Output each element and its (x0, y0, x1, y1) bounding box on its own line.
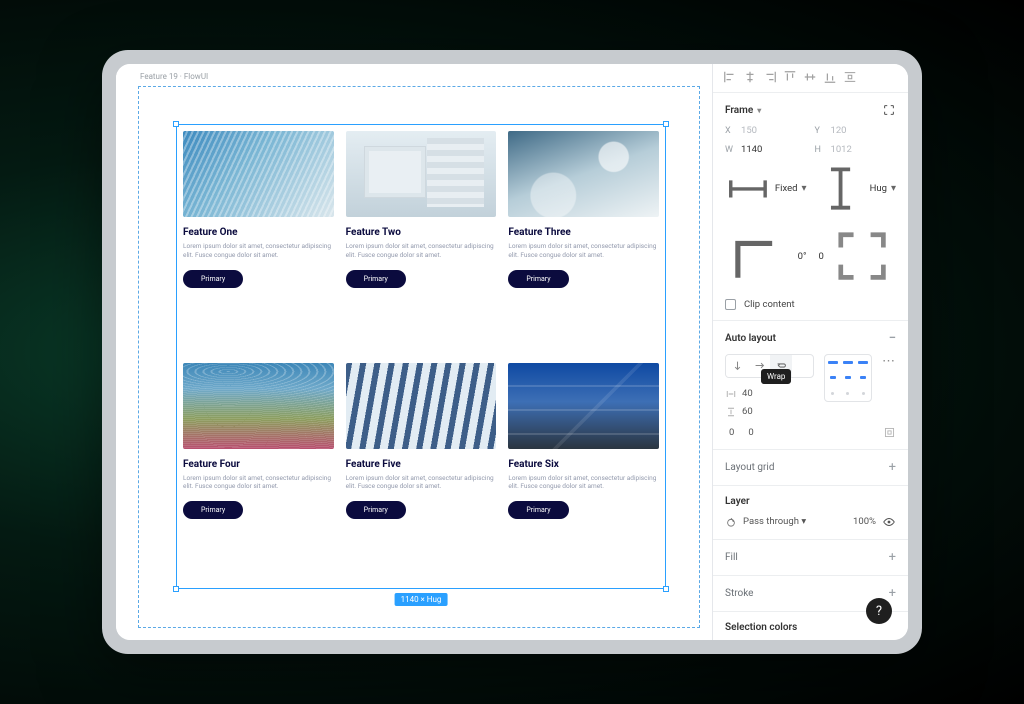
independent-padding-icon[interactable] (883, 426, 896, 439)
height-field[interactable]: H1012 (815, 144, 897, 155)
horizontal-gap-field[interactable]: 40 (725, 388, 814, 400)
selection-colors-heading: Selection colors (725, 622, 797, 633)
add-layout-grid-button[interactable]: + (889, 460, 896, 475)
blend-mode-icon (725, 516, 737, 528)
card-image (508, 131, 659, 217)
card-title: Feature Three (508, 227, 659, 238)
layer-heading: Layer (725, 496, 750, 507)
card-title: Feature Five (346, 459, 497, 470)
card-description: Lorem ipsum dolor sit amet, consectetur … (183, 242, 334, 260)
alignment-toolbar (713, 64, 908, 93)
selection-handle-top-right[interactable] (663, 121, 669, 127)
card-title: Feature Four (183, 459, 334, 470)
card-primary-button[interactable]: Primary (508, 501, 568, 519)
selection-size-badge: 1140 × Hug (395, 593, 448, 606)
remove-autolayout-button[interactable]: − (889, 331, 896, 346)
horizontal-padding-field[interactable]: 0 (725, 427, 734, 438)
card-image (508, 363, 659, 449)
auto-layout-heading: Auto layout (725, 333, 776, 344)
corner-radius-field[interactable]: 0 (815, 222, 897, 291)
help-button[interactable]: ? (866, 598, 892, 624)
auto-layout-section: Auto layout − Wrap (713, 321, 908, 450)
direction-vertical-button[interactable] (726, 355, 748, 377)
card-primary-button[interactable]: Primary (346, 270, 406, 288)
add-stroke-button[interactable]: + (889, 586, 896, 601)
align-vcenter-icon[interactable] (803, 70, 817, 84)
vertical-gap-icon (725, 406, 737, 418)
width-field[interactable]: W1140 (725, 144, 807, 155)
frame-heading[interactable]: Frame (725, 105, 753, 116)
independent-corners-icon[interactable] (828, 222, 896, 290)
frame-name-label[interactable]: Feature 19 · FlowUI (140, 72, 208, 81)
selection-handle-bottom-right[interactable] (663, 586, 669, 592)
card-title: Feature Two (346, 227, 497, 238)
card-image (183, 363, 334, 449)
frame-section: Frame ▾ X150 Y120 W1140 H1012 Fixed▾ Hug▾ (713, 93, 908, 321)
properties-panel: Frame ▾ X150 Y120 W1140 H1012 Fixed▾ Hug▾ (712, 64, 908, 640)
rotation-field[interactable]: 0° (725, 222, 807, 291)
layer-section: Layer Pass through ▾ 100% (713, 486, 908, 540)
autolayout-advanced-button[interactable]: ⋯ (882, 354, 896, 369)
opacity-field[interactable]: 100% (853, 516, 876, 527)
rotation-icon (725, 222, 794, 291)
distribute-icon[interactable] (843, 70, 857, 84)
card-image (346, 363, 497, 449)
card-description: Lorem ipsum dolor sit amet, consectetur … (346, 242, 497, 260)
feature-card[interactable]: Feature Five Lorem ipsum dolor sit amet,… (346, 363, 497, 583)
card-primary-button[interactable]: Primary (508, 270, 568, 288)
fill-section[interactable]: Fill+ (713, 540, 908, 576)
card-description: Lorem ipsum dolor sit amet, consectetur … (346, 474, 497, 492)
card-description: Lorem ipsum dolor sit amet, consectetur … (183, 474, 334, 492)
card-primary-button[interactable]: Primary (183, 501, 243, 519)
alignment-box[interactable] (824, 354, 872, 402)
blend-mode-dropdown[interactable]: Pass through ▾ (743, 516, 806, 527)
feature-card-grid: Feature One Lorem ipsum dolor sit amet, … (183, 131, 659, 582)
selected-autolayout-frame[interactable]: 1140 × Hug Feature One Lorem ipsum dolor… (176, 124, 666, 589)
visibility-icon[interactable] (882, 515, 896, 529)
height-mode-dropdown[interactable]: Hug▾ (815, 163, 897, 214)
feature-card[interactable]: Feature Six Lorem ipsum dolor sit amet, … (508, 363, 659, 583)
align-top-icon[interactable] (783, 70, 797, 84)
card-primary-button[interactable]: Primary (346, 501, 406, 519)
feature-card[interactable]: Feature Four Lorem ipsum dolor sit amet,… (183, 363, 334, 583)
feature-card[interactable]: Feature Three Lorem ipsum dolor sit amet… (508, 131, 659, 351)
card-image (346, 131, 497, 217)
layout-grid-section[interactable]: Layout grid + (713, 450, 908, 486)
feature-card[interactable]: Feature One Lorem ipsum dolor sit amet, … (183, 131, 334, 351)
vertical-padding-field[interactable]: 0 (744, 427, 753, 438)
card-description: Lorem ipsum dolor sit amet, consectetur … (508, 474, 659, 492)
resize-to-fit-icon[interactable] (882, 103, 896, 117)
card-title: Feature Six (508, 459, 659, 470)
horizontal-constraint-icon (725, 166, 771, 212)
align-hcenter-icon[interactable] (743, 70, 757, 84)
align-bottom-icon[interactable] (823, 70, 837, 84)
card-title: Feature One (183, 227, 334, 238)
design-canvas[interactable]: Feature 19 · FlowUI 1140 × Hug Feature O… (116, 64, 712, 640)
card-description: Lorem ipsum dolor sit amet, consectetur … (508, 242, 659, 260)
card-primary-button[interactable]: Primary (183, 270, 243, 288)
x-field[interactable]: X150 (725, 125, 807, 136)
vertical-gap-field[interactable]: 60 (725, 406, 814, 418)
vertical-constraint-icon (815, 163, 866, 214)
wrap-tooltip: Wrap (761, 369, 791, 384)
feature-card[interactable]: Feature Two Lorem ipsum dolor sit amet, … (346, 131, 497, 351)
selection-handle-bottom-left[interactable] (173, 586, 179, 592)
chevron-down-icon[interactable]: ▾ (757, 106, 761, 115)
y-field[interactable]: Y120 (815, 125, 897, 136)
screen: Feature 19 · FlowUI 1140 × Hug Feature O… (116, 64, 908, 640)
card-image (183, 131, 334, 217)
selection-handle-top-left[interactable] (173, 121, 179, 127)
clip-content-label: Clip content (744, 299, 795, 310)
add-fill-button[interactable]: + (889, 550, 896, 565)
width-mode-dropdown[interactable]: Fixed▾ (725, 163, 807, 214)
align-left-icon[interactable] (723, 70, 737, 84)
horizontal-gap-icon (725, 388, 737, 400)
device-frame: Feature 19 · FlowUI 1140 × Hug Feature O… (102, 50, 922, 654)
align-right-icon[interactable] (763, 70, 777, 84)
clip-content-checkbox[interactable] (725, 299, 736, 310)
